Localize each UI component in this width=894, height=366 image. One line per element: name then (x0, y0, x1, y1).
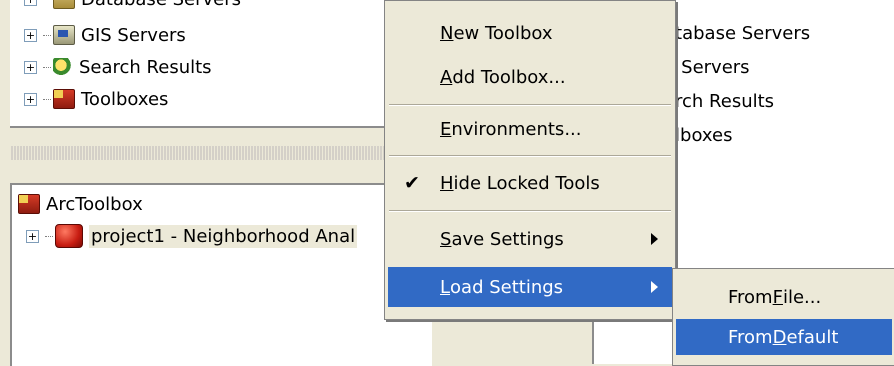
menu-separator (389, 210, 671, 212)
arctoolbox-tree-pane: ArcToolbox + project1 - Neighborhood Ana… (10, 183, 432, 366)
tree-item-label: GIS Servers (81, 24, 186, 46)
menu-separator (389, 104, 671, 106)
custom-toolbox-icon (55, 224, 83, 248)
context-menu: New Toolbox Add Toolbox... Environments.… (384, 0, 676, 320)
arctoolbox-icon (18, 194, 40, 214)
contents-item[interactable]: S Servers (664, 54, 750, 80)
tree-item-gis-servers[interactable]: + GIS Servers (24, 22, 186, 48)
contents-item[interactable]: arch Results (664, 88, 774, 114)
catalog-tree-pane: + Database Servers + GIS Servers + Searc… (10, 0, 394, 128)
tree-item-arctoolbox[interactable]: ArcToolbox (18, 191, 143, 217)
menu-item-from-file[interactable]: From File... (676, 279, 892, 315)
menu-item-from-default[interactable]: From Default (676, 319, 892, 355)
menu-item-load-settings[interactable]: Load Settings (388, 267, 672, 307)
expand-icon[interactable]: + (24, 28, 37, 42)
menu-item-hide-locked-tools[interactable]: ✔ Hide Locked Tools (388, 163, 672, 203)
expand-icon[interactable]: + (24, 92, 37, 106)
pane-splitter[interactable] (10, 146, 392, 160)
menu-item-environments[interactable]: Environments... (388, 109, 672, 149)
tree-item-label: Database Servers (81, 0, 241, 10)
checkmark-icon: ✔ (404, 172, 420, 194)
menu-item-save-settings[interactable]: Save Settings (388, 219, 672, 259)
tree-item-label: Toolboxes (81, 88, 169, 110)
tree-item-label: Search Results (79, 56, 212, 78)
menu-item-new-toolbox[interactable]: New Toolbox (388, 13, 672, 53)
menu-item-add-toolbox[interactable]: Add Toolbox... (388, 57, 672, 97)
submenu-arrow-icon (651, 281, 658, 293)
expand-icon[interactable]: + (26, 229, 39, 243)
tree-item-label: ArcToolbox (46, 193, 143, 215)
tree-item-search-results[interactable]: + Search Results (24, 54, 212, 80)
contents-item[interactable]: atabase Servers (664, 20, 810, 46)
gis-server-icon (53, 25, 75, 45)
expand-icon[interactable]: + (24, 60, 37, 74)
tree-item-toolboxes[interactable]: + Toolboxes (24, 86, 168, 112)
expand-icon[interactable]: + (24, 0, 37, 6)
tree-item-database-servers[interactable]: + Database Servers (24, 0, 241, 12)
submenu-arrow-icon (651, 233, 658, 245)
tree-item-project-toolbox[interactable]: + project1 - Neighborhood Anal (26, 223, 358, 249)
load-settings-submenu: From File... From Default (672, 268, 894, 366)
database-server-icon (53, 0, 75, 9)
search-results-icon (53, 58, 73, 76)
toolbox-icon (53, 89, 75, 109)
menu-separator (389, 155, 671, 157)
tree-item-label: project1 - Neighborhood Anal (89, 224, 358, 248)
